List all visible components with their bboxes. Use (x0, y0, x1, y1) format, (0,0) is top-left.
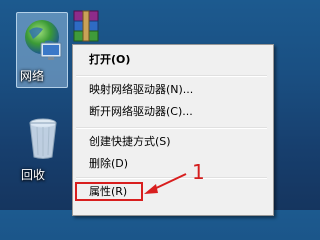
annotation-arrow-icon (144, 173, 187, 194)
annotation-step-number: 1 (192, 160, 205, 184)
